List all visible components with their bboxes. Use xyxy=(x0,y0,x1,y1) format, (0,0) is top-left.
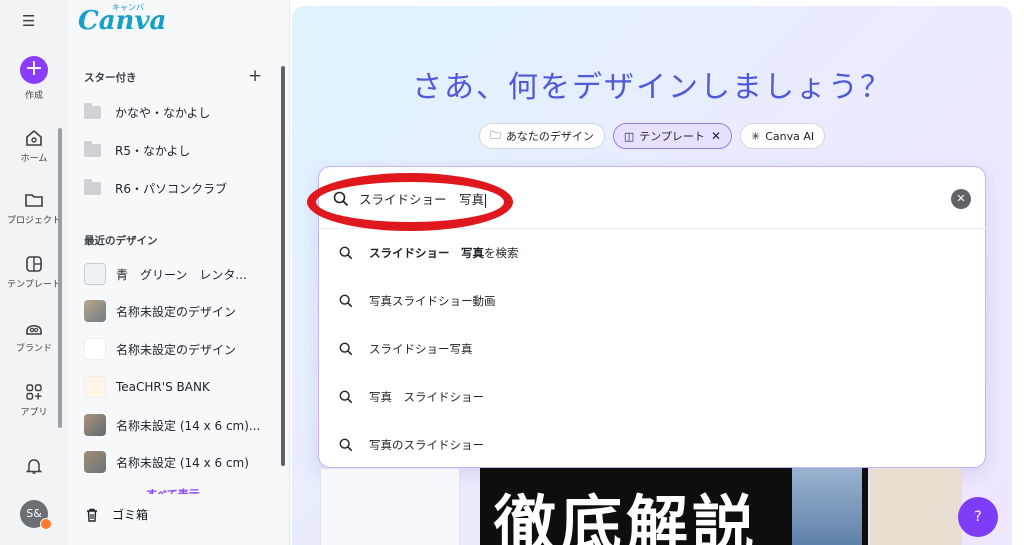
page-title: さあ、何をデザインしましょう？ xyxy=(412,70,892,105)
recent-item-label: 名称未設定 (14 x 6 cm)... xyxy=(116,418,261,433)
suggestion-bold: スライドショー 写真 xyxy=(369,246,484,260)
create-button[interactable]: + 作成 xyxy=(0,56,68,101)
brand-icon xyxy=(26,324,42,335)
suggestion-text: 写真 スライドショー xyxy=(369,390,484,404)
close-icon[interactable]: ✕ xyxy=(711,129,721,143)
create-label: 作成 xyxy=(24,91,43,101)
home-label: ホーム xyxy=(20,154,48,164)
folder-icon xyxy=(84,102,101,119)
chip-templates[interactable]: ◫ テンプレート ✕ xyxy=(612,123,732,149)
suggestion-item[interactable]: スライドショー写真 xyxy=(339,335,939,363)
suggestion-text: 写真スライドショー動画 xyxy=(369,294,496,308)
clear-search-button[interactable]: ✕ xyxy=(951,189,971,209)
apps-label: アプリ xyxy=(20,408,48,418)
template-icon: ◫ xyxy=(623,129,635,143)
recent-item[interactable]: 名称未設定のデザイン xyxy=(84,335,274,363)
annotation-circle xyxy=(307,173,513,231)
starred-title: スター付き xyxy=(84,72,137,84)
template-icon xyxy=(26,256,42,272)
rail-notifications[interactable] xyxy=(0,456,68,479)
recent-item[interactable]: 名称未設定 (14 x 6 cm) xyxy=(84,448,274,476)
recent-item-label: 青 グリーン レンタ... xyxy=(116,267,247,282)
sidebar-scrollbar[interactable] xyxy=(281,66,285,466)
recent-item-label: 名称未設定のデザイン xyxy=(116,342,237,357)
recent-item[interactable]: 青 グリーン レンタ... xyxy=(84,260,274,288)
suggestion-item[interactable]: 写真スライドショー動画 xyxy=(339,287,939,315)
chip-your-designs[interactable]: 🗀 あなたのデザイン xyxy=(478,123,605,149)
search-icon xyxy=(339,342,353,356)
starred-item-label: R6・パソコンクラブ xyxy=(115,181,227,196)
design-thumbnail xyxy=(84,451,106,473)
search-icon xyxy=(339,390,353,404)
folder-icon xyxy=(84,178,101,195)
starred-item[interactable]: R6・パソコンクラブ xyxy=(84,174,274,202)
template-preview[interactable] xyxy=(792,468,862,545)
suggestion-text: を検索 xyxy=(484,246,519,260)
folder-icon: 🗀 xyxy=(489,128,501,142)
brand-label: ブランド xyxy=(15,344,52,354)
search-panel: スライドショー 写真 ✕ スライドショー 写真 を検索 写真スライドショー動画 ス… xyxy=(307,166,987,468)
trash-icon xyxy=(87,508,97,522)
starred-item-label: かなや・なかよし xyxy=(115,105,211,120)
search-icon xyxy=(339,438,353,452)
suggestion-item[interactable]: 写真 スライドショー xyxy=(339,383,939,411)
show-all-link[interactable]: すべて表示 xyxy=(146,486,200,494)
suggestion-text: スライドショー写真 xyxy=(369,342,473,356)
home-icon xyxy=(26,129,42,146)
sidebar-toggle-icon[interactable]: ☰ xyxy=(22,12,44,32)
bell-icon xyxy=(25,459,43,474)
recent-item-label: 名称未設定のデザイン xyxy=(116,304,237,319)
recent-item[interactable]: 名称未設定 (14 x 6 cm)... xyxy=(84,411,274,439)
recent-item[interactable]: 名称未設定のデザイン xyxy=(84,297,274,325)
recent-item-label: TeaCHR'S BANK xyxy=(116,380,210,394)
rail-scrollbar[interactable] xyxy=(58,128,62,428)
chip-label: あなたのデザイン xyxy=(505,130,594,143)
chip-label: Canva AI xyxy=(765,129,815,143)
trash-label: ゴミ箱 xyxy=(112,508,149,522)
folder-icon xyxy=(84,140,101,157)
search-bar[interactable]: スライドショー 写真 ✕ xyxy=(307,167,987,231)
help-button[interactable]: ? xyxy=(958,497,998,537)
main-panel: さあ、何をデザインしましょう？ 🗀 あなたのデザイン ◫ テンプレート ✕ ✳ … xyxy=(292,6,1012,545)
search-icon xyxy=(339,294,353,308)
design-thumbnail xyxy=(84,263,106,285)
search-icon xyxy=(339,246,353,260)
apps-icon xyxy=(26,384,42,400)
starred-item[interactable]: かなや・なかよし xyxy=(84,98,274,126)
projects-label: プロジェクト xyxy=(6,216,61,226)
search-filter-chips: 🗀 あなたのデザイン ◫ テンプレート ✕ ✳ Canva AI xyxy=(292,123,1012,149)
plus-icon: + xyxy=(20,56,48,84)
avatar-badge xyxy=(40,518,52,530)
add-starred-button[interactable]: + xyxy=(248,66,262,86)
preview-headline: 徹底解説 xyxy=(494,488,759,545)
chip-label: テンプレート xyxy=(639,130,705,143)
recent-item-label: 名称未設定 (14 x 6 cm) xyxy=(116,455,249,470)
trash-button[interactable]: ゴミ箱 xyxy=(84,506,148,523)
recent-title: 最近のデザイン xyxy=(84,235,158,247)
left-rail: ☰ + 作成 ホーム プロジェクト テンプレート ブランド アプリ S& xyxy=(0,0,68,545)
recent-item[interactable]: TeaCHR'S BANK xyxy=(84,373,274,401)
templates-label: テンプレート xyxy=(7,280,61,290)
folder-icon xyxy=(25,194,43,207)
suggestion-text: 写真のスライドショー xyxy=(369,438,484,452)
design-thumbnail xyxy=(84,300,106,322)
design-thumbnail xyxy=(84,376,106,398)
starred-item-label: R5・なかよし xyxy=(115,143,191,158)
sidebar: Canva キャンバ スター付き + かなや・なかよし R5・なかよし R6・パ… xyxy=(68,0,290,545)
design-thumbnail xyxy=(84,414,106,436)
suggestion-item[interactable]: スライドショー 写真 を検索 xyxy=(339,239,939,267)
avatar-initials: S& xyxy=(26,507,42,520)
template-preview[interactable] xyxy=(870,468,962,545)
design-thumbnail xyxy=(84,338,106,360)
template-preview[interactable] xyxy=(320,468,460,545)
sparkle-icon: ✳ xyxy=(751,129,761,143)
suggestion-item[interactable]: 写真のスライドショー xyxy=(339,431,939,459)
canva-logo-kana: キャンバ xyxy=(112,3,144,12)
chip-canva-ai[interactable]: ✳ Canva AI xyxy=(740,123,826,149)
starred-item[interactable]: R5・なかよし xyxy=(84,136,274,164)
